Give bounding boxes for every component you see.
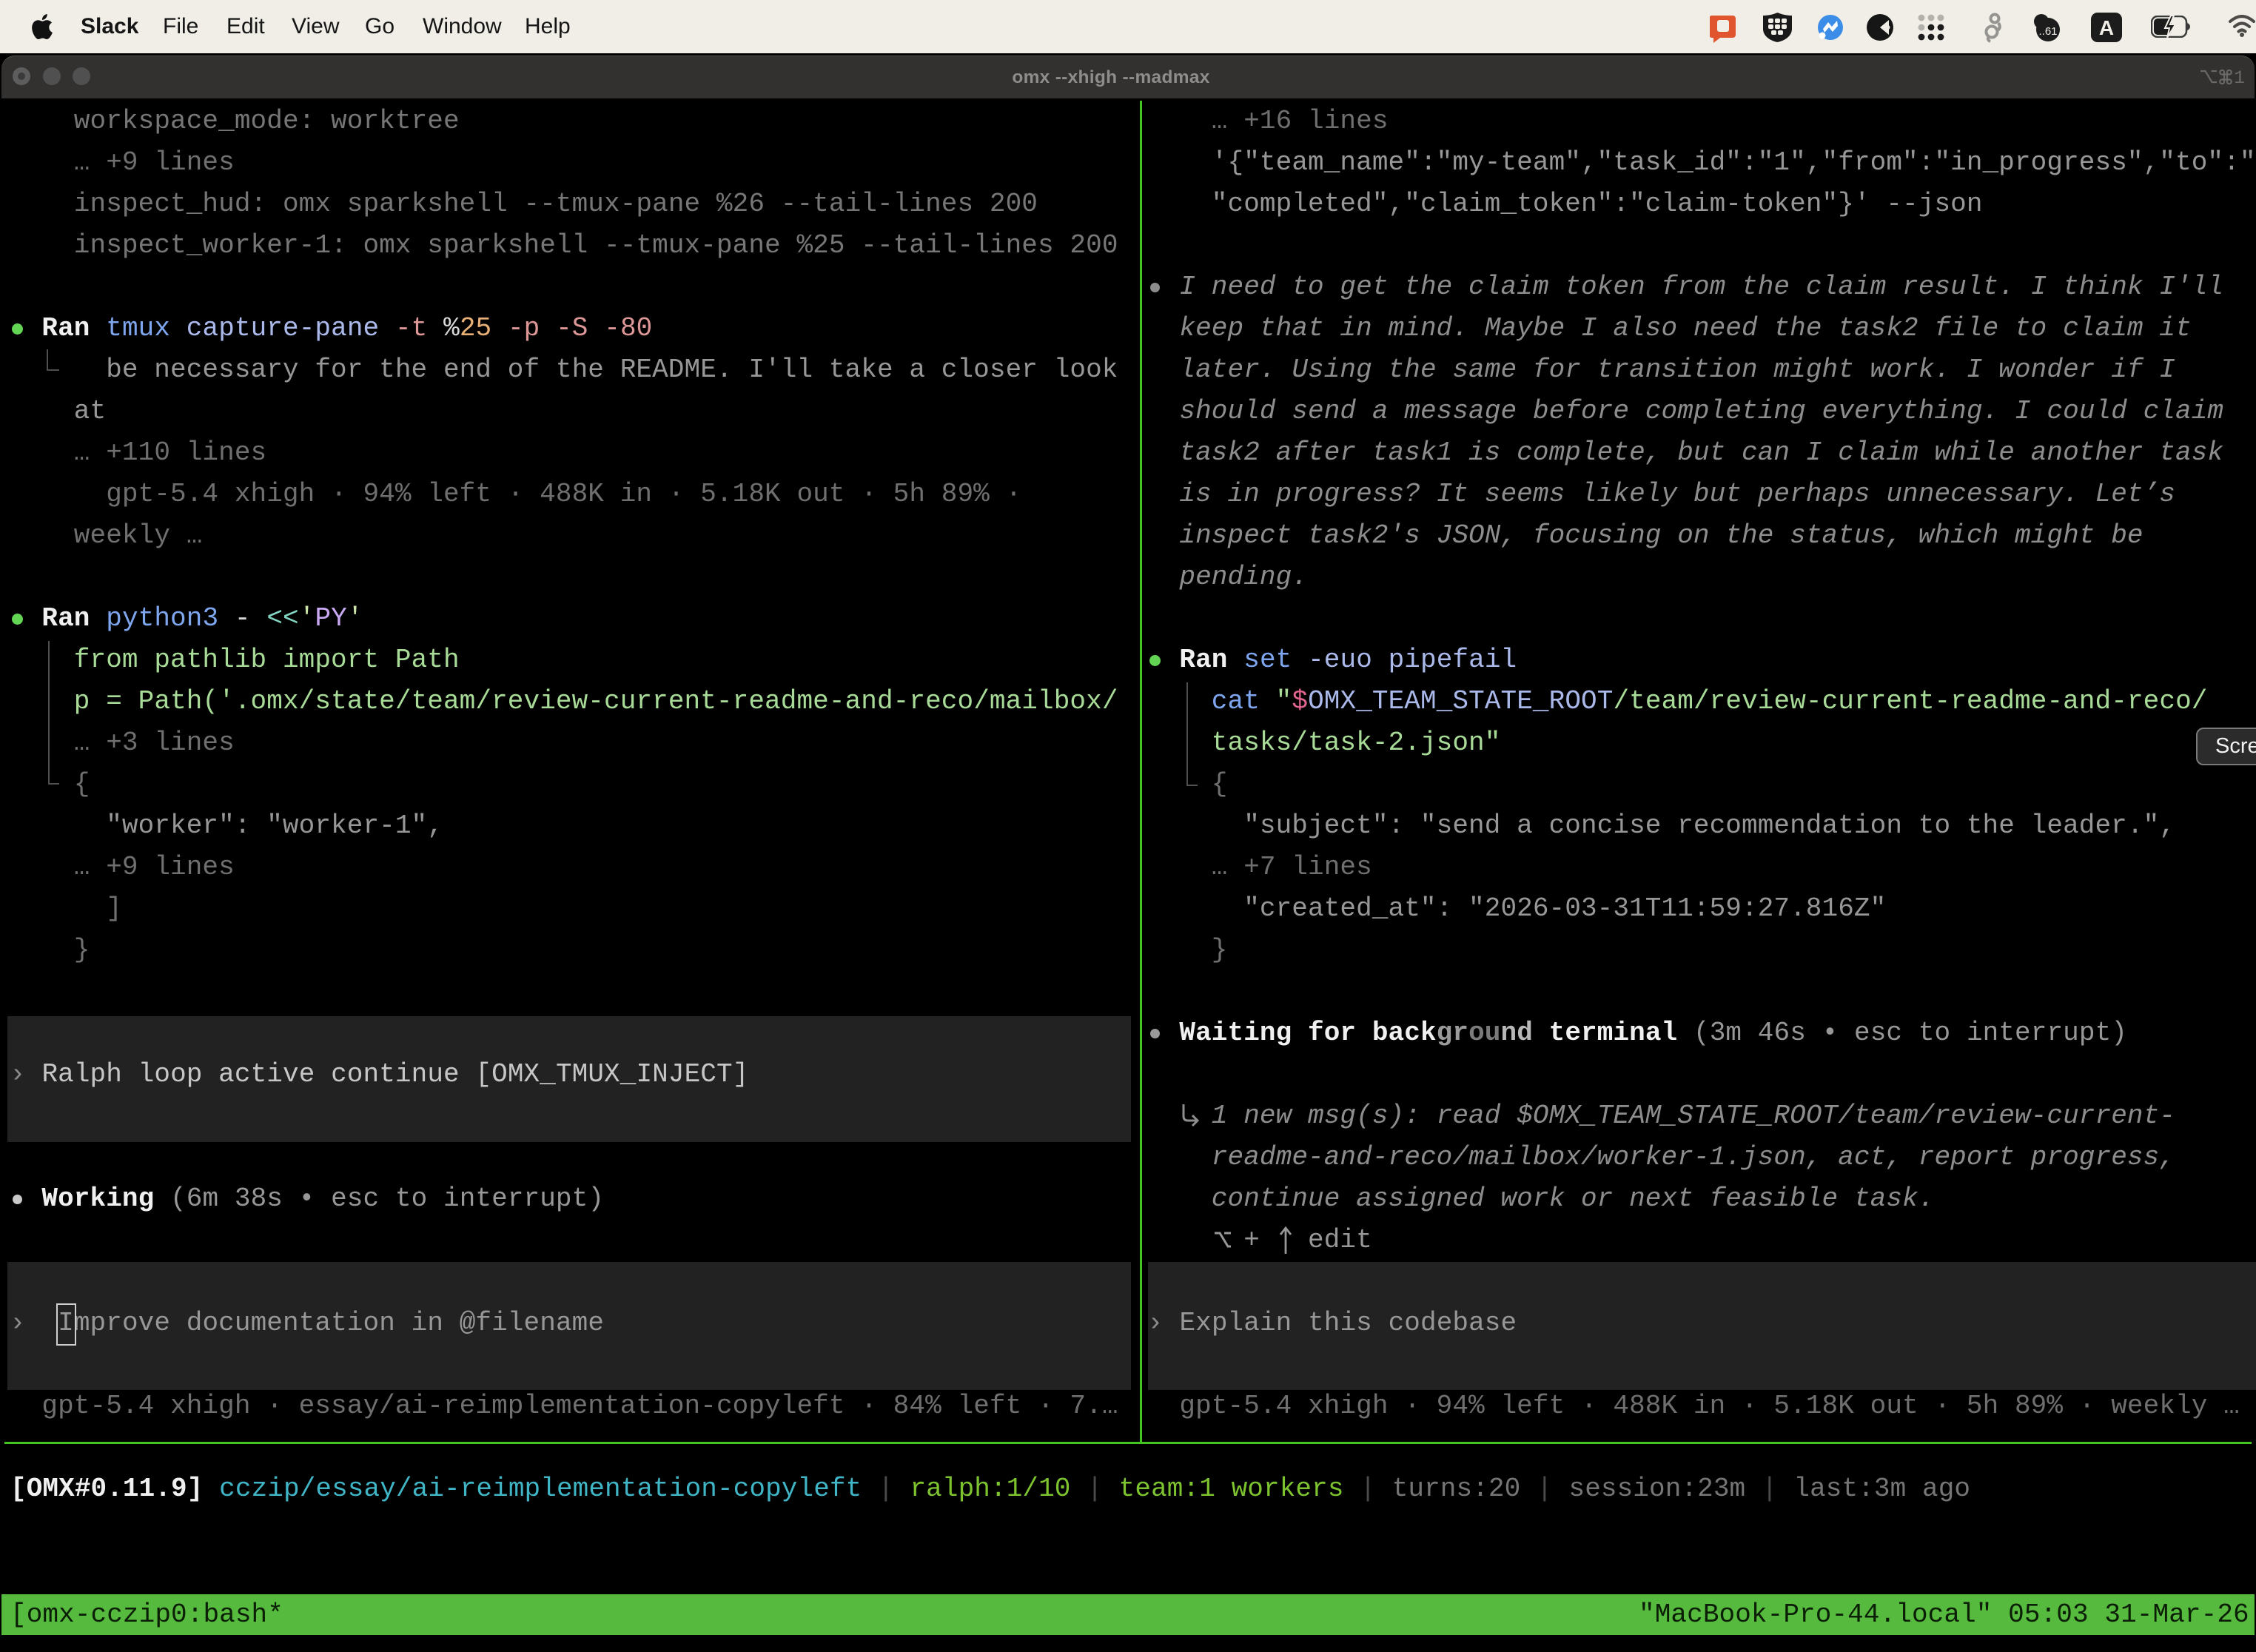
svg-text:1: 1 xyxy=(2234,67,2245,87)
svg-text:..61: ..61 xyxy=(2038,25,2057,38)
svg-text:A: A xyxy=(2099,16,2114,39)
